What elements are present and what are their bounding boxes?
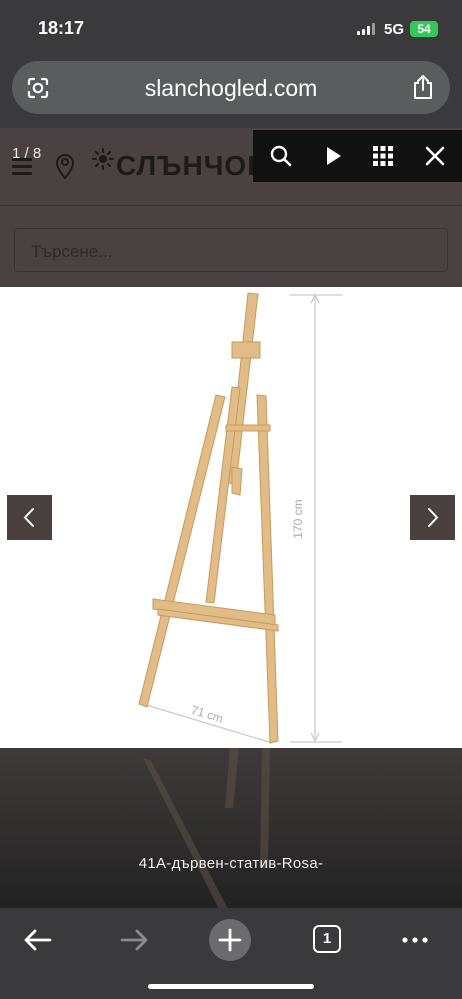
url-text[interactable]: slanchogled.com — [72, 75, 390, 102]
network-label: 5G — [384, 21, 405, 38]
battery-icon: 54 — [410, 21, 438, 37]
back-arrow-icon[interactable] — [16, 918, 60, 962]
sun-logo-icon — [92, 148, 114, 170]
play-icon[interactable] — [319, 142, 347, 170]
location-icon[interactable] — [52, 150, 78, 180]
chevron-left-icon — [23, 508, 34, 527]
forward-arrow-icon[interactable] — [112, 918, 156, 962]
url-bar[interactable]: slanchogled.com — [12, 61, 450, 114]
tabs-icon[interactable]: 1 — [313, 925, 341, 953]
grid-icon[interactable] — [369, 142, 397, 170]
chevron-right-icon — [428, 508, 439, 527]
more-icon[interactable] — [393, 918, 437, 962]
home-indicator — [148, 984, 314, 989]
reflection-illustration — [143, 748, 270, 908]
search-placeholder: Търсене... — [31, 242, 113, 261]
status-bar: 18:17 5G 54 — [0, 0, 462, 58]
product-image: 170 cm 71 cm — [0, 287, 462, 748]
height-dimension-label: 170 cm — [291, 499, 305, 538]
search-input[interactable]: Търсене... — [14, 228, 448, 272]
image-caption: 41А-дървен-статив-Rosa- — [138, 855, 324, 872]
status-time: 18:17 — [38, 18, 85, 38]
signal-icon — [357, 23, 375, 35]
prev-image-button[interactable] — [7, 495, 52, 540]
image-reflection — [0, 748, 462, 908]
width-dimension-label: 71 cm — [189, 703, 224, 726]
lightbox-toolbar — [253, 130, 462, 182]
new-tab-icon[interactable] — [208, 918, 252, 962]
search-icon[interactable] — [267, 142, 295, 170]
close-icon[interactable] — [421, 142, 449, 170]
easel-illustration: 170 cm 71 cm — [138, 292, 342, 744]
image-counter: 1 / 8 — [12, 145, 42, 162]
lens-icon[interactable] — [26, 76, 50, 100]
browser-toolbar: 1 — [0, 908, 462, 999]
next-image-button[interactable] — [410, 495, 455, 540]
share-icon[interactable] — [412, 74, 434, 100]
